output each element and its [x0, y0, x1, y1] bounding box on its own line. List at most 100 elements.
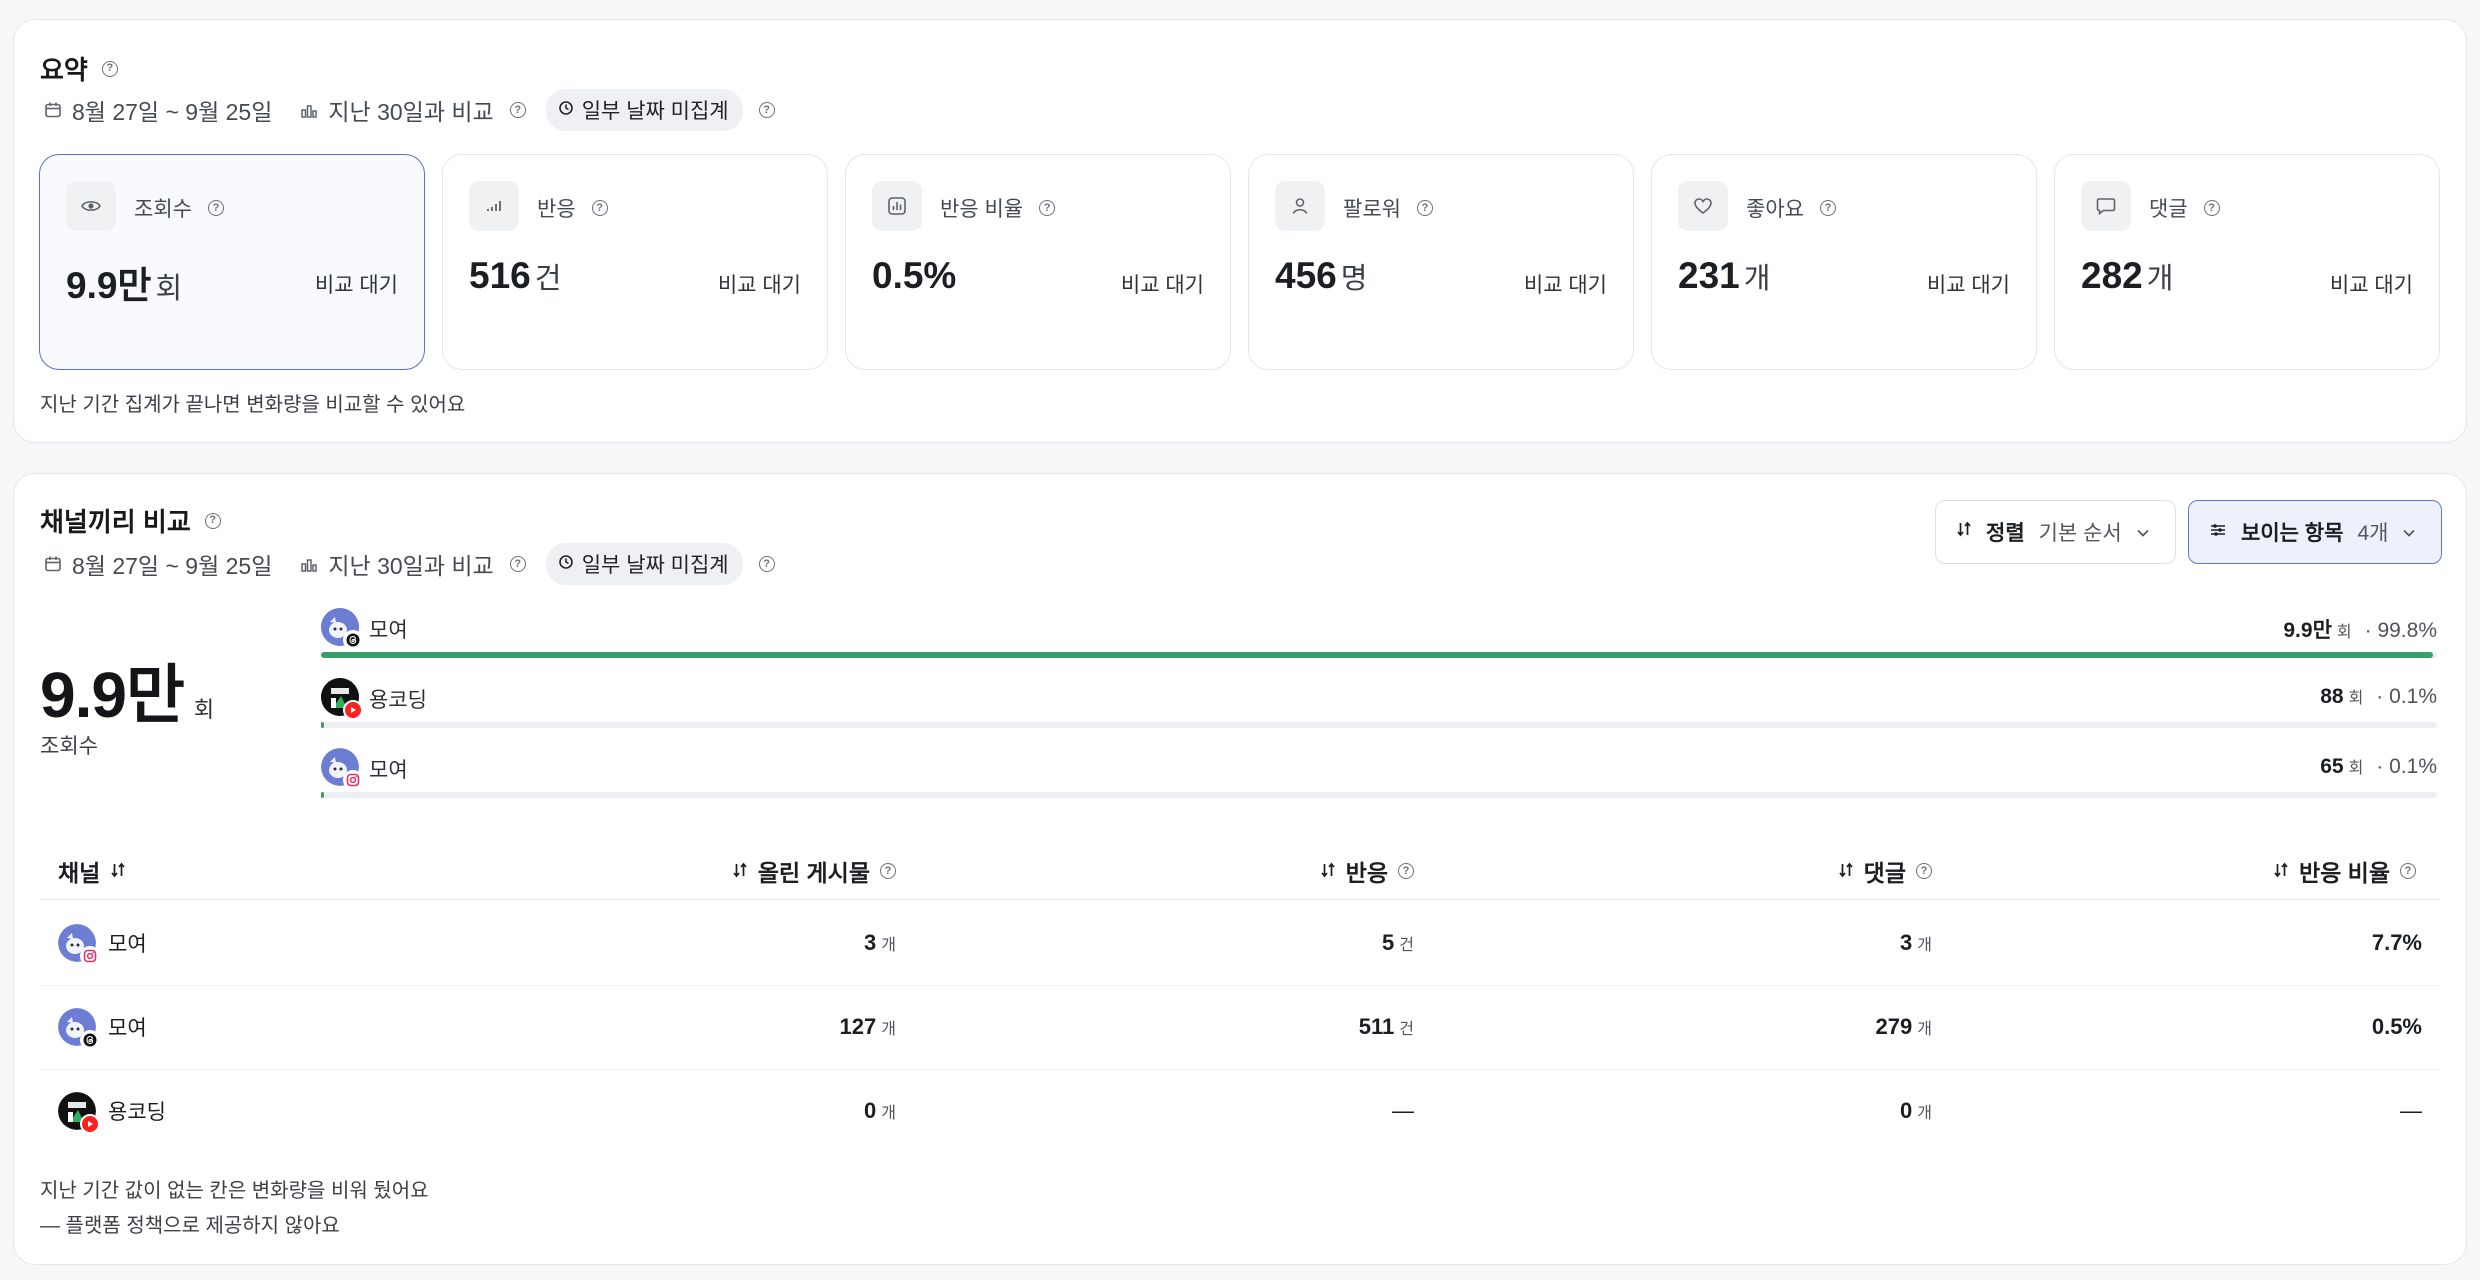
- bar-track: [321, 792, 2437, 798]
- column-header-rate[interactable]: 반응 비율 ?: [2273, 854, 2416, 888]
- sort-arrows-icon: [1320, 858, 1336, 885]
- comments-value: 3: [1900, 930, 1913, 955]
- channel-name: 모여: [369, 759, 408, 782]
- posts-value: 127: [839, 1014, 877, 1039]
- compare-title: 채널끼리 비교: [40, 507, 191, 537]
- sort-arrows-icon: [110, 858, 126, 885]
- metric-card-reaction-rate[interactable]: 반응 비율? 0.5% 비교 대기: [845, 154, 1231, 370]
- metric-card-followers[interactable]: 팔로워? 456 명 비교 대기: [1248, 154, 1634, 370]
- rate-value: —: [2400, 1098, 2422, 1123]
- summary-compare-period: 지난 30일과 비교: [328, 99, 494, 125]
- table-row[interactable]: 모여 3개 5건 3개 7.7%: [40, 902, 2440, 986]
- channel-cell: 모여: [58, 924, 147, 966]
- table-row[interactable]: 모여 127 개 511 건 279 개 0.5%: [40, 986, 2440, 1070]
- column-header-comments[interactable]: 댓글 ?: [1838, 854, 1932, 888]
- help-icon[interactable]: ?: [509, 102, 526, 118]
- partial-dates-label: 일부 날짜 미집계: [581, 100, 729, 123]
- metric-unit: 건: [534, 263, 562, 295]
- help-icon[interactable]: ?: [204, 512, 221, 529]
- metric-label: 반응 비율: [940, 198, 1024, 221]
- summary-date-range: 8월 27일 ~ 9월 25일: [72, 99, 273, 125]
- help-icon[interactable]: ?: [2203, 200, 2220, 216]
- column-header-label: 반응: [1345, 860, 1388, 886]
- sort-button[interactable]: 정렬 기본 순서: [1935, 500, 2176, 564]
- column-header-label: 채널: [58, 860, 101, 886]
- column-header-reactions[interactable]: 반응 ?: [1320, 854, 1414, 888]
- channel-name: 모여: [108, 1017, 147, 1040]
- sort-arrows-icon: [2273, 858, 2289, 885]
- help-icon[interactable]: ?: [1398, 863, 1414, 879]
- posts-unit: 개: [881, 937, 896, 954]
- reactions-cell: —: [1392, 1098, 1414, 1124]
- posts-value: 3: [864, 930, 877, 955]
- help-icon[interactable]: ?: [1916, 863, 1932, 879]
- metric-unit: 명: [1340, 263, 1368, 295]
- metric-label: 조회수: [134, 198, 192, 221]
- comment-icon: [2081, 181, 2131, 231]
- partial-dates-badge: 일부 날짜 미집계: [545, 89, 743, 131]
- channel-name: 모여: [108, 933, 147, 956]
- sort-value: 기본 순서: [2038, 522, 2122, 545]
- help-icon[interactable]: ?: [1819, 200, 1836, 216]
- calendar-icon: [40, 101, 66, 119]
- calendar-icon: [40, 555, 66, 573]
- bar-percent: · 99.8%: [2364, 619, 2437, 642]
- metric-card-comments[interactable]: 댓글? 282 개 비교 대기: [2054, 154, 2440, 370]
- metric-label: 반응: [537, 198, 576, 221]
- reactions-value: —: [1392, 1098, 1414, 1123]
- metric-card-views[interactable]: 조회수? 9.9만 회 비교 대기: [39, 154, 425, 370]
- signal-bars-icon: [469, 181, 519, 231]
- comments-unit: 개: [1917, 937, 1932, 954]
- partial-dates-label: 일부 날짜 미집계: [581, 554, 729, 577]
- help-icon[interactable]: ?: [1416, 200, 1433, 216]
- bar-unit: 회: [2348, 690, 2364, 707]
- avatar: [58, 1092, 100, 1134]
- compare-meta-row: 8월 27일 ~ 9월 25일 지난 30일과 비교 ? 일부 날짜 미집계 ?: [40, 543, 775, 585]
- column-header-channel[interactable]: 채널: [58, 854, 126, 888]
- avatar: [321, 748, 363, 790]
- metric-value: 516: [469, 255, 531, 296]
- metric-label: 댓글: [2149, 198, 2188, 221]
- help-icon[interactable]: ?: [509, 556, 526, 572]
- visible-items-label: 보이는 항목: [2241, 522, 2344, 545]
- person-icon: [1275, 181, 1325, 231]
- bar-value: 88: [2320, 685, 2344, 708]
- column-header-posts[interactable]: 올린 게시물 ?: [732, 854, 896, 888]
- help-icon[interactable]: ?: [1039, 200, 1056, 216]
- metric-card-likes[interactable]: 좋아요? 231 개 비교 대기: [1651, 154, 2037, 370]
- help-icon[interactable]: ?: [758, 556, 775, 572]
- bar-track: [321, 722, 2437, 728]
- channel-name: 모여: [369, 619, 408, 642]
- help-icon[interactable]: ?: [2400, 863, 2416, 879]
- bar-chart-icon: [872, 181, 922, 231]
- summary-card: 요약 ? 8월 27일 ~ 9월 25일 지난 30일과 비교 ? 일부 날짜 …: [13, 19, 2467, 443]
- visible-items-button[interactable]: 보이는 항목 4개: [2188, 500, 2442, 564]
- metric-card-reactions[interactable]: 반응? 516 건 비교 대기: [442, 154, 828, 370]
- bar-track: [321, 652, 2437, 658]
- metric-value: 0.5%: [872, 255, 957, 296]
- help-icon[interactable]: ?: [101, 60, 118, 77]
- bar-unit: 회: [2348, 760, 2364, 777]
- rate-value: 7.7%: [2371, 930, 2422, 955]
- column-header-label: 반응 비율: [2298, 860, 2390, 886]
- summary-title-row: 요약 ?: [40, 50, 118, 87]
- total-unit: 회: [193, 697, 215, 722]
- summary-title: 요약: [40, 55, 88, 85]
- table-row[interactable]: 용코딩 0개 — 0개 —: [40, 1070, 2440, 1154]
- footnote-empty-change: 지난 기간 값이 없는 칸은 변화량을 비워 뒀어요: [40, 1180, 429, 1202]
- help-icon[interactable]: ?: [758, 102, 775, 118]
- help-icon[interactable]: ?: [591, 200, 608, 216]
- clock-icon: [558, 98, 574, 122]
- bar-compare-icon: [296, 555, 322, 573]
- sort-arrows-icon: [732, 858, 748, 885]
- help-icon[interactable]: ?: [207, 200, 224, 216]
- metric-unit: 개: [2146, 263, 2174, 295]
- metric-value: 231: [1678, 255, 1740, 296]
- help-icon[interactable]: ?: [880, 863, 896, 879]
- metric-compare: 비교 대기: [2329, 274, 2413, 297]
- channel-table-header: 채널 올린 게시물 ? 반응 ? 댓글 ? 반응 비율 ?: [40, 844, 2440, 900]
- channel-bar-row: 모여 9.9만 회 · 99.8%: [321, 608, 2437, 664]
- total-label: 조회수: [40, 735, 98, 758]
- posts-unit: 개: [881, 1105, 896, 1122]
- rate-cell: 0.5%: [2372, 1014, 2422, 1040]
